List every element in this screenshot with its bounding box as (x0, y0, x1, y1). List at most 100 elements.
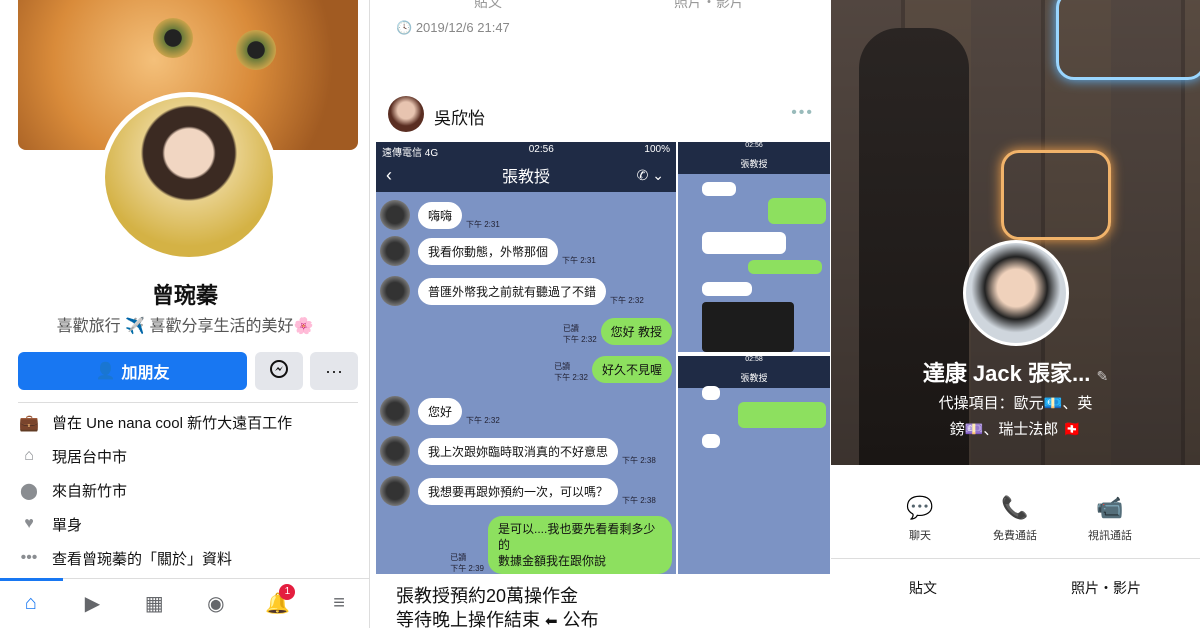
caption-line-2: 等待晚上操作結束 ⬅ 公布 (396, 606, 599, 628)
see-about-link[interactable]: ••• 查看曾琬蓁的「關於」資料 (18, 548, 232, 569)
message-text: 嗨嗨 (418, 201, 463, 229)
add-friend-button[interactable]: 👤 加朋友 (18, 352, 247, 390)
contact-avatar (380, 476, 410, 506)
video-call-action[interactable]: 📹 視訊通話 (1065, 495, 1155, 543)
info-relationship-text: 單身 (52, 517, 83, 534)
chat-title: 張教授 (501, 169, 550, 186)
call-chevron-icons: ✆ ⌄ (636, 166, 664, 183)
nav-marketplace[interactable]: ▦ (134, 584, 174, 624)
voice-call-label: 免費通話 (993, 530, 1037, 542)
profile-bio-line-2: 鎊💷、瑞士法郎 🇨🇭 (949, 421, 1082, 438)
read-label: 已讀 (562, 324, 579, 333)
mini-chat-title: 張教授 (678, 366, 830, 388)
post-more-icon[interactable]: ••• (791, 104, 814, 122)
chat-screenshot[interactable]: 遠傳電信 4G 02:56 100% ‹ 張教授 ✆ ⌄ 嗨嗨 下午 2:31 我… (376, 142, 676, 574)
message-text: 我上次跟妳臨時取消真的不好意思 (418, 437, 619, 465)
messenger-icon (269, 359, 289, 384)
nav-watch[interactable]: ▶ (72, 584, 112, 624)
chat-message: 我上次跟妳臨時取消真的不好意思 下午 2:38 (380, 436, 660, 466)
message-time: 下午 2:31 (466, 220, 500, 229)
video-icon: ▶ (84, 593, 101, 615)
info-work: 💼 曾在 Une nana cool 新竹大遠百工作 (18, 412, 292, 433)
tab-photos-videos[interactable]: 照片・影片 (1071, 578, 1141, 598)
mini-chat-screenshot-bottom[interactable]: 02:58 張教授 (678, 356, 830, 574)
chat-message: 我想要再跟妳預約一次，可以嗎？ 下午 2:38 (380, 476, 660, 506)
timestamp-text: 2019/12/6 21:47 (415, 20, 510, 35)
info-current-city-text: 現居台中市 (52, 449, 128, 466)
info-hometown: ⬤ 來自新竹市 (18, 480, 127, 501)
more-button[interactable]: ··· (310, 352, 358, 390)
message-time: 下午 2:32 (466, 416, 500, 425)
store-icon: ▦ (144, 593, 164, 615)
chat-message: 嗨嗨 下午 2:31 (380, 200, 504, 230)
neon-sign (1056, 0, 1200, 80)
profile-name-text: 達康 Jack 張家... (922, 361, 1091, 386)
groups-icon: ◉ (207, 593, 225, 615)
contact-avatar (380, 200, 410, 230)
message-text: 我看你動態，外幣那個 (418, 237, 559, 265)
post-timestamp: 🕓 2019/12/6 21:47 (396, 20, 510, 35)
message-text: 好久不見喔 (591, 356, 672, 383)
message-time: 下午 2:32 (554, 373, 588, 382)
dots-icon: ••• (20, 548, 38, 566)
poster-name[interactable]: 吳欣怡 (434, 104, 485, 129)
status-bar: 遠傳電信 4G 02:56 100% (376, 142, 676, 159)
message-time: 下午 2:39 (450, 564, 484, 573)
battery: 100% (644, 144, 670, 155)
left-profile-panel: 曾琬蓁 喜歡旅行 ✈️ 喜歡分享生活的美好🌸 👤 加朋友 ··· 💼 曾在 Un… (0, 0, 370, 628)
read-label: 已讀 (554, 362, 571, 371)
message-text: 數據金額我在跟你說 (498, 554, 607, 568)
faded-tab-photos: 照片・影片 (674, 0, 744, 10)
nav-notifications[interactable]: 🔔 1 (257, 583, 297, 624)
message-text: 您好 教授 (600, 318, 672, 345)
back-icon: ‹ (386, 164, 392, 185)
heart-icon: ♥ (24, 514, 34, 532)
poster-avatar[interactable] (388, 96, 424, 132)
info-work-text: 曾在 Une nana cool 新竹大遠百工作 (52, 415, 293, 432)
location-icon: ⬤ (20, 482, 38, 500)
tab-posts[interactable]: 貼文 (909, 578, 937, 598)
mini-chat-screenshot-top[interactable]: 02:56 張教授 (678, 142, 830, 352)
phone-icon: 📞 (1001, 495, 1029, 520)
video-icon: 📹 (1096, 495, 1124, 520)
read-label: 已讀 (450, 553, 467, 562)
video-call-label: 視訊通話 (1088, 530, 1132, 542)
contact-avatar (380, 436, 410, 466)
chat-message-self: 已讀下午 2:32 好久不見喔 (550, 356, 672, 383)
divider (831, 558, 1200, 559)
info-relationship: ♥ 單身 (18, 514, 82, 535)
profile-name: 曾琬蓁 (151, 283, 218, 308)
middle-post-panel: 貼文 照片・影片 🕓 2019/12/6 21:47 吳欣怡 ••• 遠傳電信 … (374, 0, 830, 628)
carrier: 遠傳電信 4G (382, 148, 439, 159)
briefcase-icon: 💼 (19, 414, 39, 432)
mini-chat-title: 張教授 (678, 152, 830, 174)
chat-message: 普匯外幣我之前就有聽過了不錯 下午 2:32 (380, 276, 648, 306)
chat-message-self: 已讀 下午 2:32 您好 教授 (559, 318, 672, 345)
caption-line-2-text: 等待晚上操作結束 (396, 610, 540, 628)
info-hometown-text: 來自新竹市 (52, 483, 128, 500)
profile-avatar[interactable] (963, 240, 1069, 346)
add-friend-label: 加朋友 (121, 365, 170, 382)
edit-pencil-icon: ✎ (1096, 368, 1109, 384)
nav-groups[interactable]: ◉ (196, 584, 236, 624)
home-icon: ⌂ (24, 592, 37, 614)
contact-avatar (380, 276, 410, 306)
home-icon: ⌂ (24, 446, 34, 464)
nav-menu[interactable]: ≡ (319, 584, 359, 624)
message-text: 您好 (418, 397, 463, 425)
faded-tab-posts: 貼文 (474, 0, 502, 10)
end-arrow-icon: ⬅ (545, 613, 558, 628)
nav-home[interactable]: ⌂ (0, 577, 63, 624)
voice-call-action[interactable]: 📞 免費通話 (970, 495, 1060, 543)
chat-icon: 💬 (906, 495, 934, 520)
messenger-button[interactable] (255, 352, 303, 390)
contact-avatar (380, 236, 410, 266)
profile-avatar[interactable] (100, 92, 278, 262)
message-time: 下午 2:38 (622, 456, 656, 465)
info-current-city: ⌂ 現居台中市 (18, 446, 127, 467)
notification-badge: 1 (279, 583, 296, 600)
contact-avatar (380, 396, 410, 426)
message-text: 是可以....我也要先看看剩多少的 (498, 522, 656, 552)
message-time: 下午 2:31 (562, 256, 596, 265)
chat-action[interactable]: 💬 聊天 (875, 495, 965, 543)
